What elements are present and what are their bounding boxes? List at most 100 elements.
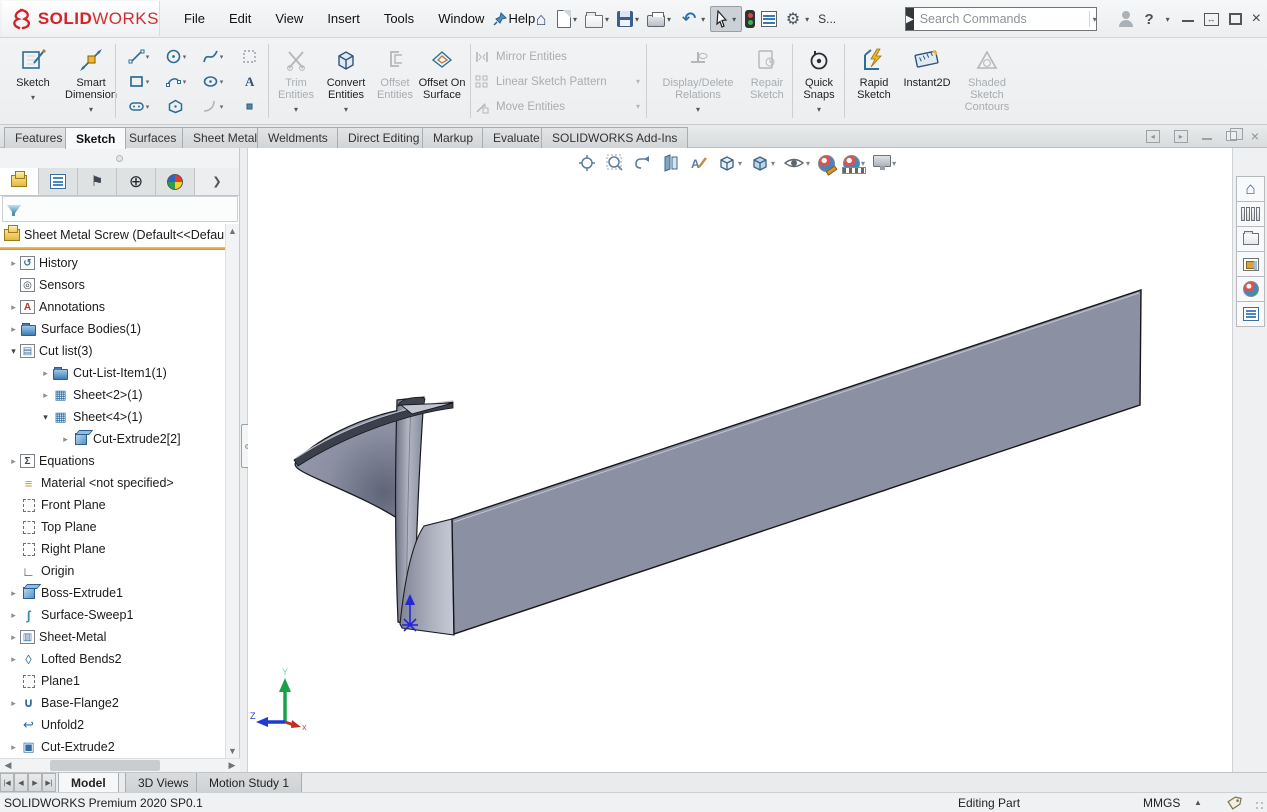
last-tab-button[interactable]: ▶| bbox=[42, 773, 56, 792]
chevron-down-icon[interactable]: ▾ bbox=[817, 104, 821, 116]
expand-arrow-icon[interactable]: ▸ bbox=[8, 258, 19, 269]
toolbar-overflow-label[interactable]: S... bbox=[814, 12, 840, 26]
doc-minimize-icon[interactable] bbox=[1202, 138, 1212, 140]
file-explorer-button[interactable] bbox=[1236, 226, 1265, 252]
tree-filter-box[interactable] bbox=[2, 196, 238, 222]
tree-item-cut-list-item1[interactable]: ▸Cut-List-Item1(1) bbox=[0, 362, 226, 384]
polygon-tool-button[interactable] bbox=[157, 94, 194, 119]
rapid-sketch-button[interactable]: Rapid Sketch bbox=[850, 42, 898, 101]
tab-featuremanager-tree[interactable] bbox=[0, 168, 39, 195]
minimize-button[interactable] bbox=[1182, 10, 1194, 22]
chevron-down-icon[interactable]: ▾ bbox=[730, 15, 738, 24]
tab-property-manager[interactable] bbox=[39, 168, 78, 195]
tab-features[interactable]: Features bbox=[4, 127, 73, 148]
tree-item-material[interactable]: ≡Material <not specified> bbox=[0, 472, 226, 494]
menu-insert[interactable]: Insert bbox=[315, 0, 372, 37]
tree-item-front-plane[interactable]: Front Plane bbox=[0, 494, 226, 516]
tab-markup[interactable]: Markup bbox=[422, 127, 484, 148]
expand-arrow-icon[interactable]: ▸ bbox=[40, 390, 51, 401]
chevron-down-icon[interactable]: ▾ bbox=[344, 104, 348, 116]
units-selector[interactable]: MMGS bbox=[1143, 796, 1180, 810]
maximize-button[interactable] bbox=[1229, 13, 1242, 25]
chevron-down-icon[interactable]: ▾ bbox=[803, 15, 811, 24]
search-scope-icon[interactable]: ▶ bbox=[906, 8, 914, 30]
chevron-down-icon[interactable]: ▾ bbox=[89, 104, 93, 116]
chevron-down-icon[interactable]: ▾ bbox=[603, 15, 611, 24]
chevron-down-icon[interactable]: ▾ bbox=[146, 78, 150, 86]
tab-surfaces[interactable]: Surfaces bbox=[118, 127, 187, 148]
panel-resize-handle[interactable] bbox=[0, 148, 239, 168]
tree-root-part[interactable]: Sheet Metal Screw (Default<<Default bbox=[0, 224, 226, 246]
chevron-down-icon[interactable]: ▾ bbox=[31, 92, 35, 104]
spline-tool-button[interactable]: ▾ bbox=[194, 44, 231, 69]
search-options-caret[interactable]: ▾ bbox=[1089, 11, 1100, 27]
expand-arrow-icon[interactable]: ▸ bbox=[8, 742, 19, 753]
fillet-tool-button[interactable]: ▾ bbox=[194, 94, 231, 119]
tree-item-unfold2[interactable]: ↩Unfold2 bbox=[0, 714, 226, 736]
login-icon[interactable] bbox=[1118, 11, 1134, 27]
offset-entities-button[interactable]: Offset Entities bbox=[374, 42, 416, 101]
tree-item-annotations[interactable]: ▸AAnnotations bbox=[0, 296, 226, 318]
tree-vertical-scrollbar[interactable]: ▲ ▼ bbox=[225, 224, 239, 758]
chevron-down-icon[interactable]: ▾ bbox=[699, 15, 707, 24]
expand-arrow-icon[interactable]: ▸ bbox=[8, 302, 19, 313]
panel-splitter[interactable] bbox=[240, 148, 248, 772]
collapse-left-pane-icon[interactable]: ◂ bbox=[1146, 130, 1160, 143]
rebuild-button[interactable] bbox=[742, 6, 758, 32]
search-commands-box[interactable]: ▶ ▾ bbox=[905, 7, 1097, 31]
menu-edit[interactable]: Edit bbox=[217, 0, 263, 37]
tree-item-lofted-bends2[interactable]: ▸◊Lofted Bends2 bbox=[0, 648, 226, 670]
tab-sheet-metal[interactable]: Sheet Metal bbox=[182, 127, 268, 148]
scrollbar-thumb[interactable] bbox=[50, 760, 160, 771]
expand-arrow-icon[interactable]: ▸ bbox=[8, 324, 19, 335]
tree-item-cut-extrude2-body[interactable]: ▸Cut-Extrude2[2] bbox=[0, 428, 226, 450]
help-icon[interactable]: ? bbox=[1144, 11, 1153, 28]
move-entities-button[interactable]: Move Entities ▾ bbox=[474, 94, 640, 119]
tab-dimxpert-manager[interactable] bbox=[117, 168, 156, 195]
ellipse-tool-button[interactable]: ▾ bbox=[194, 69, 231, 94]
tree-item-plane1[interactable]: Plane1 bbox=[0, 670, 226, 692]
tree-item-cut-extrude2[interactable]: ▸▣Cut-Extrude2 bbox=[0, 736, 226, 758]
tree-item-sheet2[interactable]: ▸▦Sheet<2>(1) bbox=[0, 384, 226, 406]
repair-sketch-button[interactable]: Repair Sketch bbox=[744, 42, 790, 101]
display-delete-relations-button[interactable]: Display/Delete Relations ▾ bbox=[652, 42, 744, 116]
tab-display-manager[interactable] bbox=[156, 168, 195, 195]
collapse-right-pane-icon[interactable]: ▸ bbox=[1174, 130, 1188, 143]
new-document-button[interactable]: ▾ bbox=[554, 6, 582, 32]
tab-weldments[interactable]: Weldments bbox=[257, 127, 339, 148]
tree-item-surface-bodies[interactable]: ▸Surface Bodies(1) bbox=[0, 318, 226, 340]
scroll-up-icon[interactable]: ▲ bbox=[228, 224, 237, 238]
tab-motion-study-1[interactable]: Motion Study 1 bbox=[196, 773, 302, 793]
convert-entities-button[interactable]: Convert Entities ▾ bbox=[318, 42, 374, 116]
view-palette-button[interactable] bbox=[1236, 251, 1265, 277]
mirror-entities-button[interactable]: Mirror Entities bbox=[474, 44, 640, 69]
search-input[interactable] bbox=[914, 12, 1087, 26]
design-library-button[interactable] bbox=[1236, 201, 1265, 227]
tree-horizontal-scrollbar[interactable]: ◀ ▶ bbox=[0, 758, 240, 772]
next-tab-button[interactable]: ▶ bbox=[28, 773, 42, 792]
tree-item-cut-list[interactable]: ▾▤Cut list(3) bbox=[0, 340, 226, 362]
chevron-down-icon[interactable]: ▾ bbox=[220, 78, 224, 86]
tree-item-sensors[interactable]: ◎Sensors bbox=[0, 274, 226, 296]
scroll-right-icon[interactable]: ▶ bbox=[224, 760, 240, 771]
chevron-down-icon[interactable]: ▾ bbox=[146, 53, 150, 61]
linear-sketch-pattern-button[interactable]: Linear Sketch Pattern ▾ bbox=[474, 69, 640, 94]
scroll-down-icon[interactable]: ▼ bbox=[228, 744, 237, 758]
text-tool-button[interactable]: A bbox=[231, 69, 268, 94]
resize-grip[interactable] bbox=[1255, 801, 1265, 811]
chevron-down-icon[interactable]: ▾ bbox=[1164, 15, 1172, 24]
arc-tool-button[interactable]: ▾ bbox=[157, 69, 194, 94]
doc-restore-icon[interactable] bbox=[1226, 131, 1237, 141]
select-tool-button[interactable]: ▾ bbox=[710, 6, 742, 32]
expand-arrow-icon[interactable]: ▸ bbox=[8, 698, 19, 709]
chevron-down-icon[interactable]: ▾ bbox=[633, 15, 641, 24]
helix-flight-face[interactable] bbox=[295, 410, 400, 520]
long-flange-face[interactable] bbox=[452, 290, 1141, 634]
tree-item-origin[interactable]: ∟Origin bbox=[0, 560, 226, 582]
chevron-down-icon[interactable]: ▾ bbox=[220, 53, 224, 61]
menu-view[interactable]: View bbox=[263, 0, 315, 37]
rectangle-tool-button[interactable]: ▾ bbox=[120, 69, 157, 94]
quick-snaps-button[interactable]: Quick Snaps ▾ bbox=[796, 42, 842, 116]
selection-box-button[interactable] bbox=[231, 44, 268, 69]
save-button[interactable]: ▾ bbox=[614, 6, 644, 32]
